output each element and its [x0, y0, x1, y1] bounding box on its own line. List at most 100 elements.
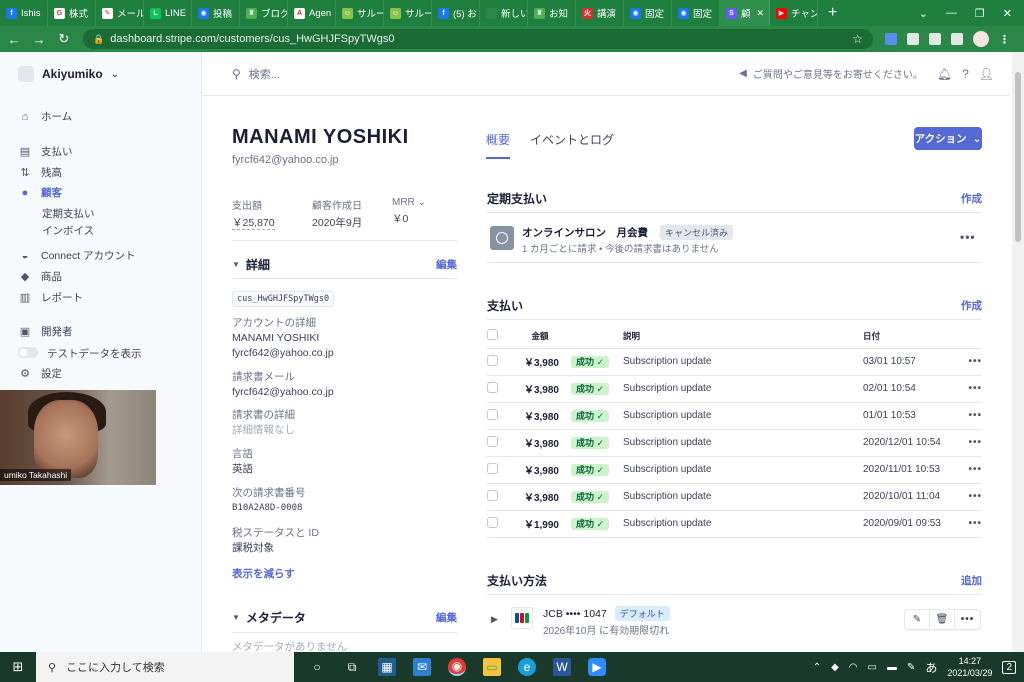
payments-create-link[interactable]: 作成	[961, 298, 982, 313]
more-icon[interactable]: •••	[958, 456, 982, 484]
help-icon[interactable]: ?	[962, 67, 969, 81]
extension-icon[interactable]	[885, 33, 897, 45]
taskbar-search-input[interactable]: ⚲ ここに入力して検索	[36, 652, 294, 682]
clock[interactable]: 14:27 2021/03/29	[947, 655, 992, 679]
notification-icon[interactable]: 2	[1002, 660, 1016, 674]
select-all-checkbox[interactable]	[487, 329, 498, 341]
test-data-toggle[interactable]	[18, 346, 38, 358]
puzzle-icon[interactable]	[951, 33, 963, 45]
chevron-up-icon[interactable]: ⌃	[813, 662, 821, 673]
browser-tab[interactable]: ▶ チャン	[770, 0, 818, 26]
browser-tab[interactable]: 火講演	[576, 0, 624, 26]
payment-methods-add-link[interactable]: 追加	[961, 573, 982, 588]
wifi-icon[interactable]: ◠	[849, 662, 858, 673]
ime-indicator[interactable]: あ	[925, 659, 937, 676]
meet-icon[interactable]: ▭	[868, 662, 877, 673]
table-row[interactable]: ￥3,980 成功 ✓ Subscription update 03/01 10:57…	[487, 348, 982, 376]
table-row[interactable]: ￥3,980 成功 ✓ Subscription update 2020/12/01 …	[487, 429, 982, 457]
pen-icon[interactable]: ✎	[907, 662, 915, 673]
tab-events-logs[interactable]: イベントとログ	[530, 131, 614, 159]
windows-start-icon[interactable]: ⊞	[0, 659, 36, 675]
edit-pencil-icon[interactable]: ✎	[905, 610, 930, 629]
chrome-icon[interactable]: ◉	[448, 658, 466, 676]
more-icon[interactable]: •••	[958, 483, 982, 511]
sidebar-item[interactable]: ⇅ 残高	[18, 165, 62, 180]
word-icon[interactable]: W	[553, 658, 571, 676]
browser-tab[interactable]: ◉ 投稿	[192, 0, 240, 26]
tab-overview[interactable]: 概要	[486, 131, 511, 159]
page-scrollbar[interactable]	[1012, 52, 1024, 652]
row-checkbox[interactable]	[487, 462, 498, 474]
browser-tab[interactable]: ☺ サルー	[336, 0, 384, 26]
forward-icon[interactable]: →	[28, 32, 50, 47]
subscriptions-create-link[interactable]: 作成	[961, 191, 982, 206]
edge-icon[interactable]: e	[518, 658, 536, 676]
sidebar-item[interactable]: ⚙ 設定	[18, 366, 62, 381]
sidebar-item[interactable]: ▤ 支払い	[18, 144, 73, 159]
browser-tab[interactable]: ◉ 固定	[672, 0, 720, 26]
customer-id[interactable]: cus_HwGHJFSpyTWgs0	[232, 291, 335, 307]
browser-tab[interactable]: ✎ メール	[96, 0, 144, 26]
more-icon[interactable]: •••	[958, 402, 982, 430]
table-row[interactable]: ￥3,980 成功 ✓ Subscription update 2020/11/01 …	[487, 456, 982, 484]
mail-icon[interactable]: ✉	[413, 658, 431, 676]
menu-kebab-icon[interactable]: ⋮	[999, 33, 1010, 46]
sidebar-item[interactable]: ⌂ ホーム	[18, 109, 73, 124]
table-row[interactable]: ￥1,990 成功 ✓ Subscription update 2020/09/01 …	[487, 510, 982, 538]
sidebar-subitem[interactable]: インボイス	[42, 223, 94, 238]
row-checkbox[interactable]	[487, 489, 498, 501]
sidebar-item[interactable]: ▣ 開発者	[18, 324, 73, 339]
scrollbar-thumb[interactable]	[1015, 72, 1021, 242]
table-row[interactable]: ￥3,980 成功 ✓ Subscription update 02/01 10:54…	[487, 375, 982, 403]
browser-tab[interactable]: ◉ 固定	[624, 0, 672, 26]
metadata-heading[interactable]: ▼ メタデータ	[232, 609, 306, 626]
row-checkbox[interactable]	[487, 354, 498, 366]
battery-icon[interactable]: ▬	[887, 662, 897, 673]
store-icon[interactable]: ▦	[378, 658, 396, 676]
cortana-icon[interactable]: ○	[308, 658, 326, 676]
back-icon[interactable]: ←	[3, 32, 25, 47]
browser-tab[interactable]: f Ishis	[0, 0, 48, 26]
trash-icon[interactable]: 🗑︎	[930, 610, 955, 629]
browser-tab[interactable]: ♜ お知	[528, 0, 576, 26]
sidebar-subitem[interactable]: 定期支払い	[42, 206, 95, 221]
close-tab-icon[interactable]: ✕	[757, 8, 765, 19]
reload-icon[interactable]: ↻	[53, 31, 75, 47]
tab-search-icon[interactable]: ⌄	[919, 7, 928, 20]
sidebar-item[interactable]: テストデータを表示	[18, 346, 142, 361]
address-bar[interactable]: 🔒 dashboard.stripe.com/customers/cus_HwG…	[83, 29, 873, 49]
browser-tab[interactable]: L LINE	[144, 0, 192, 26]
new-tab-button[interactable]: +	[818, 4, 847, 22]
browser-tab[interactable]: G 株式	[48, 0, 96, 26]
account-switcher[interactable]: Akiyumiko ⌄	[18, 66, 119, 82]
browser-tab[interactable]: S 顧 ✕	[720, 0, 770, 26]
more-icon[interactable]: •••	[958, 348, 982, 376]
sidebar-item[interactable]: ▥ レポート	[18, 290, 83, 305]
more-icon[interactable]: •••	[960, 230, 976, 244]
task-view-icon[interactable]: ⧉	[343, 658, 361, 676]
close-window-icon[interactable]: ✕	[1003, 7, 1012, 20]
bell-icon[interactable]: 🔔︎	[937, 67, 952, 81]
show-less-link[interactable]: 表示を減らす	[232, 566, 295, 581]
more-icon[interactable]: •••	[958, 429, 982, 457]
zoom-icon[interactable]: ▶	[588, 658, 606, 676]
tray-app-icon[interactable]: ◆	[831, 662, 839, 673]
browser-tab[interactable]: f (5) お	[432, 0, 480, 26]
more-icon[interactable]: •••	[958, 510, 982, 538]
user-icon[interactable]: 👤︎	[979, 67, 994, 81]
feedback-link[interactable]: ◀︎ ご質問やご意見等をお寄せください。	[739, 66, 923, 81]
extension-icon[interactable]	[929, 33, 941, 45]
payment-method-row[interactable]: ▶ JCB •••• 1047 デフォルト 2026年10月 に有効期限切れ ✎…	[487, 600, 982, 642]
video-call-overlay[interactable]: umiko Takahashi	[0, 390, 156, 485]
sidebar-item[interactable]: ● 顧客	[18, 185, 62, 200]
restore-icon[interactable]: ❐	[975, 7, 985, 20]
browser-tab[interactable]: A Agen	[288, 0, 336, 26]
row-checkbox[interactable]	[487, 516, 498, 528]
qr-extension-icon[interactable]	[907, 33, 919, 45]
chevron-down-icon[interactable]: ⌄	[415, 197, 426, 208]
row-checkbox[interactable]	[487, 381, 498, 393]
browser-tab[interactable]: 新しいタブ	[480, 0, 528, 26]
table-row[interactable]: ￥3,980 成功 ✓ Subscription update 01/01 10:53…	[487, 402, 982, 430]
chevron-right-icon[interactable]: ▶	[491, 614, 498, 625]
file-explorer-icon[interactable]: ▭	[483, 658, 501, 676]
